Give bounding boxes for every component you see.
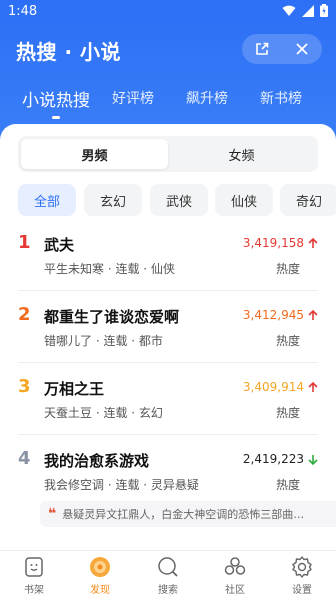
rank-number: 2	[18, 304, 31, 325]
gender-switch: 男频 女频	[18, 136, 318, 172]
wifi-icon	[282, 5, 296, 16]
genre-chip-wuxia[interactable]: 武侠	[150, 184, 208, 216]
book-meta: 我会修空调 · 连载 · 灵异悬疑	[44, 478, 199, 492]
book-meta: 平生未知寒 · 连载 · 仙侠	[44, 262, 175, 276]
trend-up-icon	[308, 237, 318, 248]
heat-label: 热度	[275, 478, 300, 492]
title-bar: 热搜 · 小说	[0, 30, 336, 70]
nav-search[interactable]: 搜索	[140, 555, 196, 599]
close-button[interactable]	[287, 34, 317, 64]
heat-value: 3,419,158	[243, 236, 318, 250]
book-title: 武夫	[44, 236, 75, 254]
page-title: 热搜 · 小说	[16, 40, 122, 64]
divider	[18, 434, 318, 435]
nav-label: 发现	[90, 585, 110, 596]
nav-label: 搜索	[158, 585, 178, 596]
heat-label: 热度	[275, 262, 300, 276]
status-bar: 1:48	[0, 0, 336, 24]
genre-chip-qihuan[interactable]: 奇幻	[280, 184, 336, 216]
tab-new-books[interactable]: 新书榜	[260, 88, 302, 108]
trend-down-icon	[308, 454, 318, 465]
rank-number: 3	[18, 376, 31, 397]
nav-discover[interactable]: 发现	[72, 555, 128, 599]
book-quote: ❝ 悬疑灵异文扛鼎人，白金大神空调的恐怖三部曲…	[40, 501, 336, 527]
rank-tabs: 小说热搜 好评榜 飙升榜 新书榜	[0, 82, 336, 122]
tab-female[interactable]: 女频	[168, 139, 315, 169]
tab-hot-search[interactable]: 小说热搜	[22, 86, 90, 111]
divider	[18, 290, 318, 291]
nav-community[interactable]: 社区	[207, 555, 263, 599]
battery-icon	[320, 4, 328, 17]
heat-label: 热度	[275, 406, 300, 420]
book-meta: 天蚕土豆 · 连载 · 玄幻	[44, 406, 163, 420]
genre-filter: 全部 玄幻 武侠 仙侠 奇幻	[18, 184, 336, 216]
share-button[interactable]	[247, 34, 277, 64]
tab-male[interactable]: 男频	[21, 139, 168, 169]
share-icon	[256, 42, 269, 55]
heat-number: 3,409,914	[242, 380, 304, 394]
heat-number: 2,419,223	[242, 452, 304, 466]
title-actions	[242, 34, 322, 64]
divider	[18, 362, 318, 363]
ranking-panel: 男频 女频 全部 玄幻 武侠 仙侠 奇幻 1 武夫 平生未知寒 · 连载 · 仙…	[0, 124, 336, 550]
rank-number: 1	[18, 232, 31, 253]
nav-label: 设置	[292, 585, 312, 596]
nav-bookshelf[interactable]: 书架	[6, 555, 62, 599]
genre-chip-xianxia[interactable]: 仙侠	[215, 184, 273, 216]
rank-number: 4	[18, 448, 31, 469]
book-title: 我的治愈系游戏	[44, 452, 150, 470]
book-title: 都重生了谁谈恋爱啊	[44, 308, 180, 326]
community-icon	[224, 557, 246, 575]
signal-icon	[302, 4, 314, 17]
status-icons	[282, 4, 328, 17]
quote-text: 悬疑灵异文扛鼎人，白金大神空调的恐怖三部曲…	[62, 508, 305, 521]
nav-label: 社区	[225, 585, 245, 596]
trend-up-icon	[308, 381, 318, 392]
settings-icon	[292, 556, 312, 578]
status-time: 1:48	[8, 4, 38, 19]
nav-label: 书架	[24, 585, 44, 596]
heat-value: 3,409,914	[243, 380, 318, 394]
search-icon	[158, 557, 178, 577]
heat-number: 3,419,158	[242, 236, 304, 250]
nav-settings[interactable]: 设置	[274, 555, 330, 599]
heat-number: 3,412,945	[242, 308, 304, 322]
tab-active-indicator	[52, 116, 60, 119]
discover-icon	[90, 557, 110, 577]
book-title: 万相之王	[44, 380, 105, 398]
trend-up-icon	[308, 309, 318, 320]
bookshelf-icon	[25, 557, 43, 577]
heat-label: 热度	[275, 334, 300, 348]
genre-chip-all[interactable]: 全部	[18, 184, 76, 216]
tab-rising[interactable]: 飙升榜	[186, 88, 228, 108]
genre-chip-xuanhuan[interactable]: 玄幻	[84, 184, 142, 216]
quote-icon: ❝	[48, 506, 57, 522]
book-meta: 错哪儿了 · 连载 · 都市	[44, 334, 163, 348]
close-icon	[296, 43, 308, 55]
heat-value: 2,419,223	[243, 452, 318, 466]
tab-top-rated[interactable]: 好评榜	[112, 88, 154, 108]
bottom-nav: 书架 发现 搜索 社区 设置	[0, 550, 336, 600]
heat-value: 3,412,945	[243, 308, 318, 322]
